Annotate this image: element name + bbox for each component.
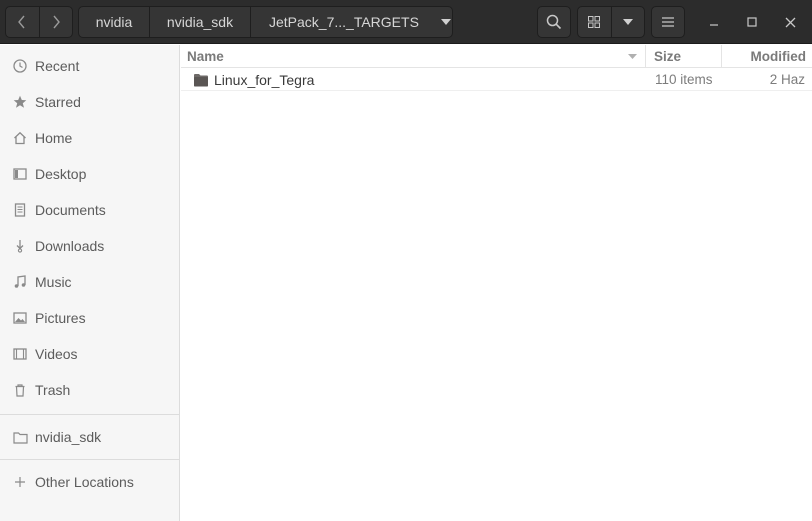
sidebar-item-label: Music: [35, 274, 72, 290]
sidebar-item-label: Documents: [35, 202, 106, 218]
column-modified-header[interactable]: Modified: [723, 45, 812, 68]
view-options-button[interactable]: [610, 7, 645, 37]
column-name-header[interactable]: Name: [181, 45, 646, 68]
desktop-icon: [12, 166, 28, 182]
main-menu-button[interactable]: [651, 6, 685, 38]
path-crumb-nvidia-sdk[interactable]: nvidia_sdk: [149, 7, 250, 37]
column-label: Name: [187, 49, 224, 64]
navigation-buttons: [5, 6, 73, 38]
file-size: 110 items: [655, 72, 713, 87]
document-icon: [12, 202, 28, 218]
path-crumb-label: nvidia: [95, 14, 133, 30]
search-button[interactable]: [537, 6, 571, 38]
sidebar-item-label: Trash: [35, 382, 71, 398]
sidebar-item-home[interactable]: Home: [0, 121, 179, 155]
chevron-right-icon: [53, 15, 60, 29]
home-icon: [12, 130, 28, 146]
maximize-icon: [747, 17, 757, 27]
sidebar-item-label: Downloads: [35, 238, 105, 254]
music-icon: [12, 274, 28, 290]
sidebar-item-label: Home: [35, 130, 73, 146]
path-bar: nvidia nvidia_sdk JetPack_7..._TARGETS: [78, 6, 453, 38]
grid-view-button[interactable]: [578, 7, 611, 37]
column-label: Size: [654, 49, 682, 64]
sidebar-item-nvidia-sdk[interactable]: nvidia_sdk: [0, 420, 179, 454]
maximize-button[interactable]: [740, 10, 764, 34]
sidebar-item-label: Pictures: [35, 310, 86, 326]
file-name: Linux_for_Tegra: [214, 71, 315, 88]
search-icon: [546, 14, 562, 30]
folder-icon: [12, 429, 28, 445]
table-row[interactable]: Linux_for_Tegra 110 items 2 Haz: [181, 68, 812, 91]
sidebar-item-recent[interactable]: Recent: [0, 49, 179, 83]
header-bar: nvidia nvidia_sdk JetPack_7..._TARGETS: [0, 0, 812, 44]
column-label: Modified: [750, 49, 807, 64]
chevron-left-icon: [18, 15, 25, 29]
path-crumb-label: JetPack_7..._TARGETS: [269, 14, 419, 30]
view-controls: [577, 6, 645, 38]
path-crumb-current[interactable]: JetPack_7..._TARGETS: [250, 7, 452, 37]
clock-icon: [12, 58, 28, 74]
sort-down-icon: [628, 54, 637, 59]
sidebar-divider: [0, 459, 179, 460]
sidebar-item-starred[interactable]: Starred: [0, 85, 179, 119]
plus-icon: [12, 474, 28, 490]
sidebar-item-label: Videos: [35, 346, 78, 362]
file-name-cell: Linux_for_Tegra: [193, 68, 314, 91]
sidebar-item-label: Recent: [35, 58, 80, 74]
chevron-down-icon: [622, 19, 633, 25]
column-header: Name Size Modified: [181, 45, 812, 68]
close-icon: [785, 17, 795, 27]
column-size-header[interactable]: Size: [647, 45, 722, 68]
folder-icon: [194, 73, 208, 86]
hamburger-menu-icon: [662, 17, 674, 27]
sidebar-item-label: Starred: [35, 94, 81, 110]
sidebar-item-label: Other Locations: [35, 474, 134, 490]
path-crumb-nvidia[interactable]: nvidia: [79, 7, 149, 37]
download-icon: [12, 238, 28, 254]
sidebar-divider: [0, 414, 179, 415]
close-button[interactable]: [778, 10, 802, 34]
grid-view-icon: [588, 16, 601, 28]
minimize-button[interactable]: [702, 10, 726, 34]
sidebar-item-other-locations[interactable]: Other Locations: [0, 465, 179, 499]
sidebar-item-pictures[interactable]: Pictures: [0, 301, 179, 335]
path-crumb-label: nvidia_sdk: [166, 14, 234, 30]
sidebar-item-music[interactable]: Music: [0, 265, 179, 299]
sidebar-item-videos[interactable]: Videos: [0, 337, 179, 371]
sidebar-item-documents[interactable]: Documents: [0, 193, 179, 227]
sidebar-item-label: Desktop: [35, 166, 87, 182]
minimize-icon: [710, 24, 718, 26]
picture-icon: [12, 310, 28, 326]
sidebar: Recent Starred Home Desktop Documents Do…: [0, 45, 180, 521]
sidebar-item-downloads[interactable]: Downloads: [0, 229, 179, 263]
file-list: Name Size Modified Linux_for_Tegra 110 i…: [181, 45, 812, 521]
chevron-down-icon: [440, 19, 451, 25]
back-button[interactable]: [6, 7, 39, 37]
file-modified: 2 Haz: [769, 72, 805, 87]
sidebar-item-desktop[interactable]: Desktop: [0, 157, 179, 191]
sidebar-item-trash[interactable]: Trash: [0, 373, 179, 407]
video-icon: [12, 346, 28, 362]
forward-button[interactable]: [38, 7, 73, 37]
star-icon: [12, 94, 28, 110]
sidebar-item-label: nvidia_sdk: [35, 429, 102, 445]
trash-icon: [12, 382, 28, 398]
